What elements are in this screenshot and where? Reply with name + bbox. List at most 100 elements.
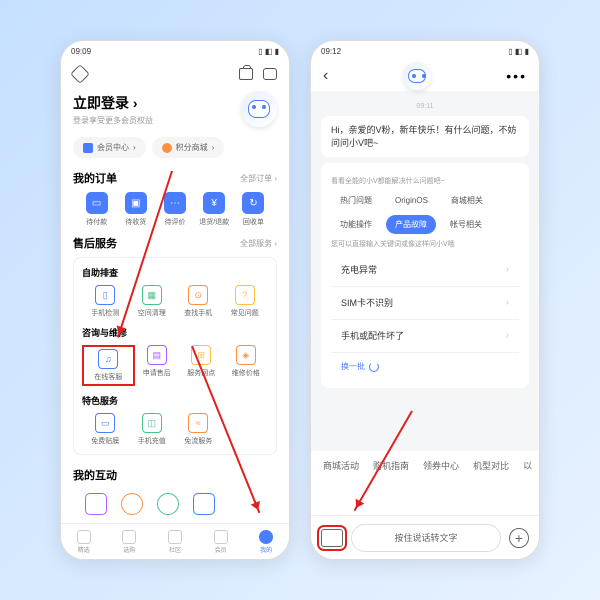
robot-icon [248, 100, 270, 118]
phone-check[interactable]: ▯手机检测 [82, 285, 129, 318]
order-refund[interactable]: ¥退货/退款 [195, 192, 234, 227]
tab-featured[interactable]: 精选 [61, 524, 107, 559]
diamond-icon [83, 143, 93, 153]
chip-originos[interactable]: OriginOS [386, 191, 437, 210]
login-subtitle: 登录享受更多会员权益 [73, 115, 153, 126]
chevron-right-icon: › [506, 296, 509, 310]
status-bar: 09:12 ▯ ◧ ▮ [311, 41, 539, 61]
aftersale-more[interactable]: 全部服务 › [240, 238, 277, 249]
repair-price[interactable]: ◈维修价格 [224, 345, 269, 386]
login-title: 立即登录 [73, 95, 129, 111]
online-service[interactable]: ♫在线客服 [82, 345, 135, 386]
chip-fault[interactable]: 产品故障 [386, 215, 436, 234]
interact-item-3[interactable] [157, 493, 179, 515]
suggest-item[interactable]: 领券中心 [423, 459, 459, 472]
price-icon: ◈ [236, 345, 256, 365]
status-bar: 09:09 ▯ ◧ ▮ [61, 41, 289, 61]
interact-item-2[interactable] [121, 493, 143, 515]
comment-icon: ⋯ [164, 192, 186, 214]
phone-recharge[interactable]: ◫手机充值 [129, 413, 176, 446]
order-pending-receive[interactable]: ▣待收货 [116, 192, 155, 227]
chip-account[interactable]: 帐号相关 [441, 215, 491, 234]
special-title: 特色服务 [82, 394, 268, 407]
plus-button[interactable]: + [509, 528, 529, 548]
cart-icon[interactable] [239, 68, 253, 80]
suggest-item[interactable]: 商城活动 [323, 459, 359, 472]
tab-bar: 精选 选购 社区 会员 我的 [61, 523, 289, 559]
member-center-pill[interactable]: 会员中心 › [73, 137, 146, 158]
heart-icon [77, 530, 91, 544]
avatar[interactable] [241, 91, 277, 127]
tab-member[interactable]: 会员 [198, 524, 244, 559]
box-icon: ▣ [125, 192, 147, 214]
recharge-icon: ◫ [142, 413, 162, 433]
question-charge[interactable]: 充电异常› [331, 254, 519, 287]
form-icon: ▤ [147, 345, 167, 365]
phone-left: 09:09 ▯ ◧ ▮ 立即登录 › 登录享受更多会员权益 会员中心 › 积分商… [60, 40, 290, 560]
interact-title: 我的互动 [73, 467, 117, 483]
clean-icon: ▦ [142, 285, 162, 305]
refresh-button[interactable]: 换一批 [331, 353, 519, 380]
message-icon[interactable] [263, 68, 277, 80]
order-pending-pay[interactable]: ▭待付款 [77, 192, 116, 227]
tab-shop[interactable]: 选购 [107, 524, 153, 559]
tab-community[interactable]: 社区 [152, 524, 198, 559]
user-icon [259, 530, 273, 544]
hint-text: 看看全能的小V都能解决什么问题吧~ [331, 177, 519, 187]
free-data[interactable]: ≈免流服务 [175, 413, 222, 446]
greeting-bubble: Hi，亲爱的V粉，新年快乐！有什么问题，不妨问问小V吧~ [321, 116, 529, 157]
suggest-item[interactable]: 以 [523, 459, 532, 472]
status-icons: ▯ ◧ ▮ [258, 47, 279, 56]
points-mall-pill[interactable]: 积分商城 › [152, 137, 225, 158]
question-sim[interactable]: SIM卡不识别› [331, 287, 519, 320]
back-button[interactable]: ‹ [323, 67, 328, 85]
keyboard-icon[interactable] [321, 529, 343, 547]
robot-icon [408, 69, 426, 83]
recycle-icon: ↻ [242, 192, 264, 214]
apply-aftersale[interactable]: ▤申请售后 [135, 345, 180, 386]
chip-function[interactable]: 功能操作 [331, 215, 381, 234]
selfcheck-title: 自助排查 [82, 266, 268, 279]
refresh-icon [369, 362, 379, 372]
message-time: 09:11 [321, 103, 529, 110]
clock: 09:12 [321, 47, 341, 56]
search-icon: ⊙ [188, 285, 208, 305]
hint-text-2: 您可以直接输入关键词或像这样问小V哦 [331, 240, 519, 250]
chat-body: 09:11 Hi，亲爱的V粉，新年快乐！有什么问题，不妨问问小V吧~ 看看全能的… [311, 91, 539, 451]
suggest-item[interactable]: 机型对比 [473, 459, 509, 472]
chip-hot[interactable]: 热门问题 [331, 191, 381, 210]
settings-icon[interactable] [70, 64, 90, 84]
chip-mall[interactable]: 商城相关 [442, 191, 492, 210]
faq[interactable]: ?常见问题 [222, 285, 269, 318]
tab-mine[interactable]: 我的 [243, 524, 289, 559]
film-icon: ▭ [95, 413, 115, 433]
voice-input[interactable]: 按住说话转文字 [351, 524, 501, 552]
question-broken[interactable]: 手机或配件坏了› [331, 320, 519, 353]
order-recycle[interactable]: ↻回收单 [234, 192, 273, 227]
suggestion-bar: 商城活动 购机指南 领券中心 机型对比 以 [311, 451, 539, 480]
refund-icon: ¥ [203, 192, 225, 214]
coin-icon [162, 143, 172, 153]
free-film[interactable]: ▭免费贴膜 [82, 413, 129, 446]
chevron-right-icon: › [506, 329, 509, 343]
find-phone[interactable]: ⊙查找手机 [175, 285, 222, 318]
header [61, 61, 289, 87]
chat-header: ‹ ••• [311, 61, 539, 91]
interact-item-1[interactable] [85, 493, 107, 515]
vip-icon [214, 530, 228, 544]
interact-item-4[interactable] [193, 493, 215, 515]
community-icon [168, 530, 182, 544]
bag-icon [122, 530, 136, 544]
status-icons: ▯ ◧ ▮ [508, 47, 529, 56]
phone-icon: ▯ [95, 285, 115, 305]
chevron-right-icon: › [506, 263, 509, 277]
more-button[interactable]: ••• [506, 68, 527, 84]
orders-more[interactable]: 全部订单 › [240, 173, 277, 184]
options-bubble: 看看全能的小V都能解决什么问题吧~ 热门问题 OriginOS 商城相关 功能操… [321, 163, 529, 388]
bot-avatar [403, 62, 431, 90]
wallet-icon: ▭ [86, 192, 108, 214]
headset-icon: ♫ [98, 349, 118, 369]
login-section[interactable]: 立即登录 › 登录享受更多会员权益 [61, 87, 289, 131]
input-bar: 按住说话转文字 + [311, 515, 539, 559]
space-clean[interactable]: ▦空间清理 [129, 285, 176, 318]
